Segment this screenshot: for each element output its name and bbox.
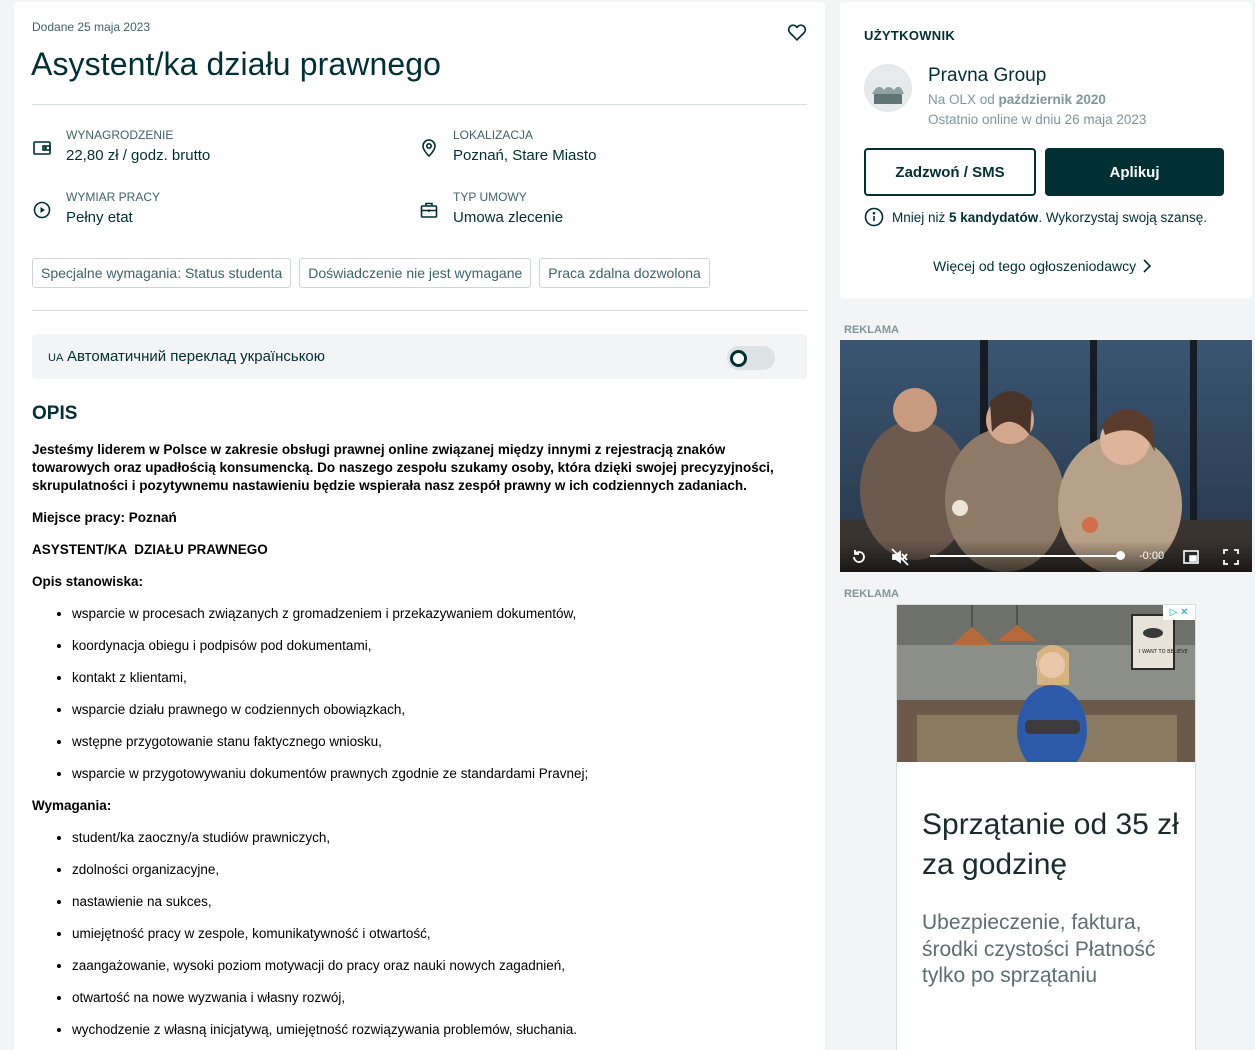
duties-list: wsparcie w procesach związanych z gromad… (72, 605, 807, 797)
duties-heading: Opis stanowiska: (32, 574, 144, 589)
tag-remote: Praca zdalna dozwolona (539, 258, 710, 288)
ad-label: REKLAMA (844, 588, 899, 600)
video-time: -0:00 (1139, 550, 1165, 562)
fullscreen-icon[interactable] (1222, 548, 1240, 566)
param-value: Umowa zlecenie (453, 209, 564, 226)
tag-experience: Doświadczenie nie jest wymagane (299, 258, 532, 288)
param-value: Pełny etat (66, 209, 133, 226)
param-value: Poznań, Stare Miasto (453, 147, 597, 164)
listing-title: Asystent/ka działu prawnego (31, 46, 442, 82)
requirements-heading: Wymagania: (32, 798, 112, 813)
list-item: otwartość na nowe wyzwania i własny rozw… (72, 989, 807, 1021)
description-intro: Jesteśmy liderem w Polsce w zakresie obs… (32, 442, 774, 493)
replay-icon[interactable] (850, 548, 868, 566)
translate-toggle[interactable] (727, 346, 775, 370)
mute-icon[interactable] (891, 548, 909, 566)
ad-label: REKLAMA (844, 324, 899, 336)
list-item: wstępne przygotowanie stanu faktycznego … (72, 733, 807, 765)
call-sms-button[interactable]: Zadzwoń / SMS (864, 148, 1036, 196)
description-heading: OPIS (32, 403, 78, 424)
member-since: Na OLX od październik 2020 (928, 92, 1106, 107)
company-logo-icon (864, 64, 912, 112)
list-item: zdolności organizacyjne, (72, 861, 807, 893)
toggle-knob (730, 350, 747, 367)
ad-image: I WANT TO BELIEVE (897, 605, 1195, 762)
param-value: 22,80 zł / godz. brutto (66, 147, 211, 164)
candidates-info: Mniej niż 5 kandydatów. Wykorzystaj swoj… (864, 207, 1207, 227)
company-name[interactable]: Pravna Group (928, 65, 1046, 87)
poster-text: I WANT TO BELIEVE (1139, 649, 1188, 655)
list-item: kontakt z klientami, (72, 669, 807, 701)
location-pin-icon (422, 139, 436, 158)
param-label: TYP UMOWY (453, 190, 527, 204)
translate-bar: UA Автоматичний переклад українською (32, 334, 807, 379)
list-item: wsparcie w procesach związanych z gromad… (72, 605, 807, 637)
wallet-icon (33, 141, 51, 155)
workplace-text: Miejsce pracy: Poznań (32, 510, 177, 525)
video-controls: -0:00 (840, 540, 1252, 572)
param-label: WYMIAR PRACY (66, 190, 161, 204)
position-text: ASYSTENT/KA DZIAŁU PRAWNEGO (32, 542, 268, 557)
chevron-right-icon (1143, 259, 1152, 273)
picture-in-picture-icon[interactable] (1182, 548, 1200, 566)
display-ad[interactable]: I WANT TO BELIEVE ▷ ✕ Sprzątanie od 35 z… (896, 604, 1196, 1050)
ad-subtext: Ubezpieczenie, faktura, środki czystości… (922, 911, 1156, 987)
list-item: wychodzenie z własną inicjatywą, umiejęt… (72, 1021, 807, 1050)
more-from-seller-link[interactable]: Więcej od tego ogłoszeniodawcy (933, 258, 1152, 274)
param-label: LOKALIZACJA (453, 128, 534, 142)
listing-card: Dodane 25 maja 2023 Asystent/ka działu p… (14, 2, 825, 1050)
briefcase-icon (420, 202, 438, 218)
translate-label: Автоматичний переклад українською (67, 348, 326, 365)
posted-date: Dodane 25 maja 2023 (32, 20, 151, 34)
video-progress-handle[interactable] (1116, 551, 1125, 560)
video-progress-bar[interactable] (930, 555, 1120, 557)
info-icon (864, 207, 884, 227)
requirements-list: student/ka zaoczny/a studiów prawniczych… (72, 829, 807, 1050)
list-item: nastawienie na sukces, (72, 893, 807, 925)
list-item: wsparcie działu prawnego w codziennych o… (72, 701, 807, 733)
avatar[interactable] (864, 64, 912, 112)
divider (32, 310, 807, 311)
list-item: koordynacja obiegu i podpisów pod dokume… (72, 637, 807, 669)
tag-requirements: Specjalne wymagania: Status studenta (32, 258, 292, 288)
adchoices-icon[interactable]: ▷ ✕ (1163, 605, 1195, 620)
tag-list: Specjalne wymagania: Status studenta Doś… (32, 258, 710, 288)
apply-button[interactable]: Aplikuj (1045, 148, 1224, 196)
list-item: umiejętność pracy w zespole, komunikatyw… (72, 925, 807, 957)
user-heading: UŻYTKOWNIK (864, 28, 956, 43)
divider (32, 104, 807, 105)
heart-icon[interactable] (786, 21, 808, 43)
video-frame-image (840, 340, 1252, 572)
description-body: Jesteśmy liderem w Polsce w zakresie obs… (32, 441, 807, 1050)
list-item: student/ka zaoczny/a studiów prawniczych… (72, 829, 807, 861)
language-code: UA (48, 352, 64, 364)
video-ad[interactable]: -0:00 (840, 340, 1252, 572)
param-label: WYNAGRODZENIE (66, 128, 174, 142)
user-card: UŻYTKOWNIK Pravna Group Na OLX od paździ… (840, 2, 1252, 299)
clock-play-icon (33, 201, 51, 219)
last-online: Ostatnio online w dniu 26 maja 2023 (928, 112, 1147, 127)
list-item: zaangażowanie, wysoki poziom motywacji d… (72, 957, 807, 989)
ad-headline[interactable]: Sprzątanie od 35 zł za godzinę (922, 805, 1182, 885)
list-item: wsparcie w przygotowywaniu dokumentów pr… (72, 765, 807, 797)
